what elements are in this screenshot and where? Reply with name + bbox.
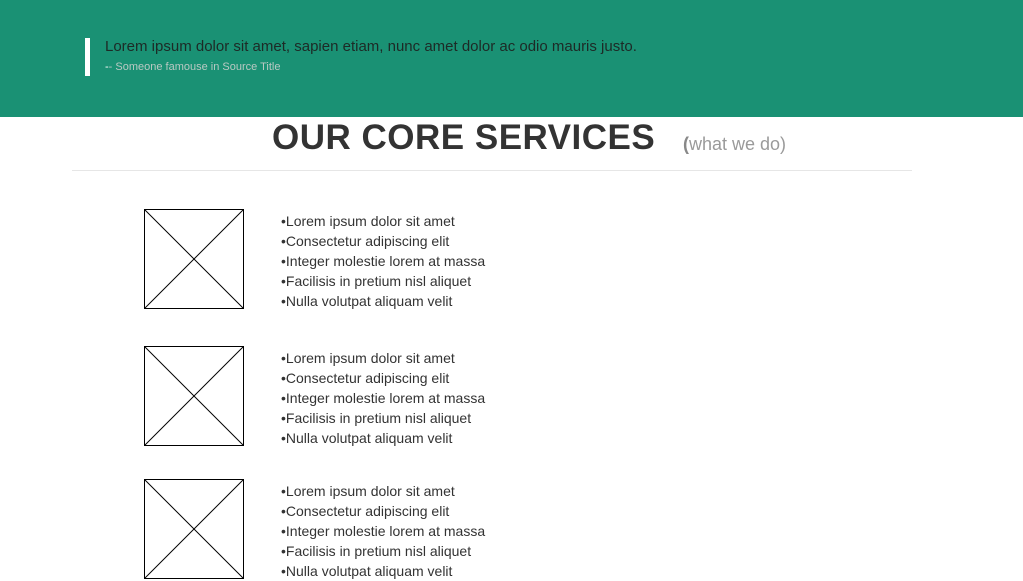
list-item: Nulla volutpat aliquam velit — [281, 561, 485, 581]
service-block: Lorem ipsum dolor sit amet Consectetur a… — [144, 479, 544, 579]
list-item: Nulla volutpat aliquam velit — [281, 428, 485, 448]
list-item: Integer molestie lorem at massa — [281, 388, 485, 408]
list-item: Lorem ipsum dolor sit amet — [281, 211, 485, 231]
list-item: Facilisis in pretium nisl aliquet — [281, 541, 485, 561]
placeholder-image-icon — [144, 346, 244, 446]
section-subtitle: (what we do) — [683, 134, 786, 155]
section-title: OUR CORE SERVICES — [272, 118, 656, 157]
quote-source: -- Someone famouse in Source Title — [105, 61, 280, 73]
service-block: Lorem ipsum dolor sit amet Consectetur a… — [144, 209, 544, 309]
list-item: Consectetur adipiscing elit — [281, 231, 485, 251]
placeholder-image-icon — [144, 209, 244, 309]
service-feature-list: Lorem ipsum dolor sit amet Consectetur a… — [281, 348, 485, 448]
quote-source-label: - Someone famouse in Source Title — [108, 61, 281, 73]
service-feature-list: Lorem ipsum dolor sit amet Consectetur a… — [281, 211, 485, 311]
quote-banner: Lorem ipsum dolor sit amet, sapien etiam… — [0, 0, 1023, 117]
service-feature-list: Lorem ipsum dolor sit amet Consectetur a… — [281, 481, 485, 581]
list-item: Lorem ipsum dolor sit amet — [281, 348, 485, 368]
quote-accent-bar — [85, 38, 90, 76]
list-item: Facilisis in pretium nisl aliquet — [281, 271, 485, 291]
placeholder-image-icon — [144, 479, 244, 579]
service-block: Lorem ipsum dolor sit amet Consectetur a… — [144, 346, 544, 446]
section-header: OUR CORE SERVICES (what we do) — [72, 118, 912, 171]
list-item: Consectetur adipiscing elit — [281, 501, 485, 521]
list-item: Integer molestie lorem at massa — [281, 521, 485, 541]
list-item: Nulla volutpat aliquam velit — [281, 291, 485, 311]
list-item: Integer molestie lorem at massa — [281, 251, 485, 271]
list-item: Consectetur adipiscing elit — [281, 368, 485, 388]
quote-text: Lorem ipsum dolor sit amet, sapien etiam… — [105, 38, 637, 55]
list-item: Facilisis in pretium nisl aliquet — [281, 408, 485, 428]
list-item: Lorem ipsum dolor sit amet — [281, 481, 485, 501]
subtitle-text: what we do) — [689, 134, 787, 154]
